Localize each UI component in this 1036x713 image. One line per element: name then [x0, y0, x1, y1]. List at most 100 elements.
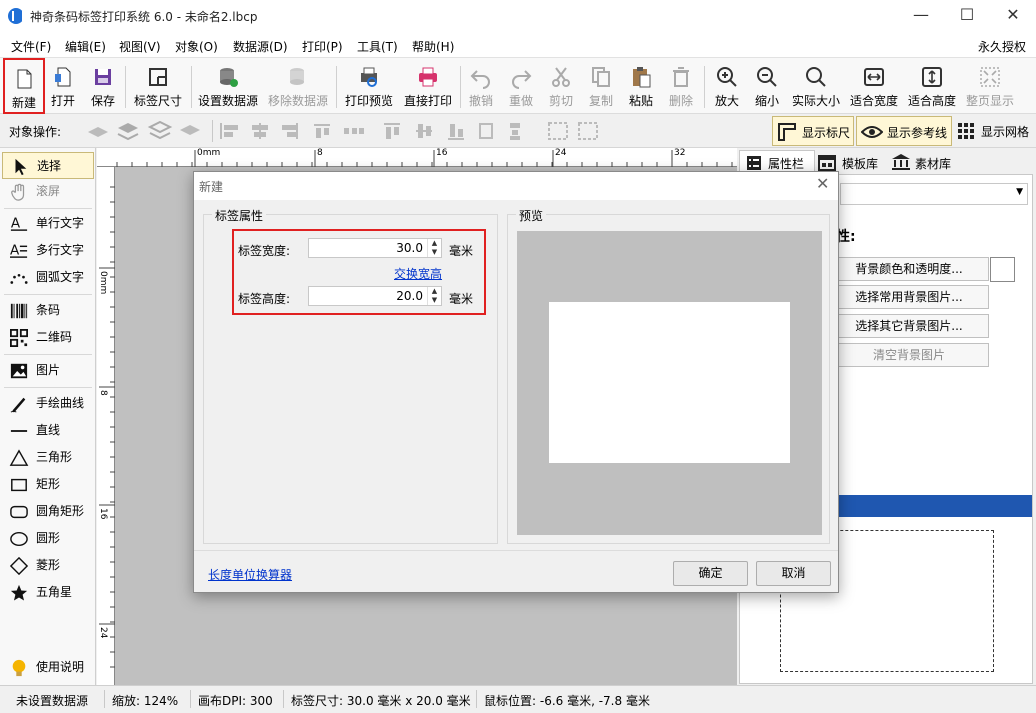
- top-ruler-label: 8: [317, 148, 323, 158]
- redo-button[interactable]: 重做: [504, 58, 538, 114]
- status-mouse-position: 鼠标位置: -6.6 毫米, -7.8 毫米: [484, 694, 650, 708]
- tool-line[interactable]: 直线: [2, 417, 94, 444]
- new-label-dialog: 新建 ✕ 标签属性 预览 标签宽度: 30.0 ▲ ▼ 毫米 交换宽高 标签高度:…: [193, 171, 839, 593]
- menu-view[interactable]: 视图(V): [119, 38, 161, 55]
- minimize-button[interactable]: —: [898, 0, 944, 32]
- tool-freehand[interactable]: 手绘曲线: [2, 390, 94, 417]
- save-button[interactable]: 保存: [86, 58, 120, 114]
- whole-page-button[interactable]: 整页显示: [964, 58, 1016, 114]
- tool-diamond[interactable]: 菱形: [2, 552, 94, 579]
- menu-file[interactable]: 文件(F): [11, 38, 51, 55]
- dialog-title-bar: 新建 ✕: [194, 172, 838, 200]
- qrcode-icon: [10, 329, 29, 347]
- dialog-title: 新建: [199, 180, 224, 194]
- show-guides-toggle[interactable]: 显示参考线: [856, 116, 952, 146]
- open-button[interactable]: 打开: [46, 58, 80, 114]
- tab-materials[interactable]: 素材库: [889, 152, 959, 174]
- tool-image[interactable]: 图片: [2, 357, 94, 384]
- toolbar-separator: [336, 66, 337, 108]
- show-ruler-label: 显示标尺: [802, 126, 851, 140]
- cancel-button[interactable]: 取消: [756, 561, 831, 586]
- remove-datasource-button[interactable]: 移除数据源: [265, 58, 331, 114]
- status-dpi: 画布DPI: 300: [198, 694, 273, 708]
- rectangle-icon: [11, 478, 27, 492]
- new-label: 新建: [11, 96, 36, 110]
- tool-rounded-rectangle[interactable]: 圆角矩形: [2, 498, 94, 525]
- maximize-button[interactable]: ☐: [944, 0, 990, 32]
- tool-triangle-label: 三角形: [36, 450, 73, 464]
- new-file-icon: [17, 69, 32, 89]
- background-color-button[interactable]: 背景颜色和透明度...: [829, 257, 989, 281]
- fit-height-button[interactable]: 适合高度: [906, 58, 958, 114]
- redo-label: 重做: [508, 94, 533, 108]
- tool-scroll-label: 滚屏: [36, 184, 61, 198]
- help-usage-button[interactable]: 使用说明: [2, 654, 94, 681]
- actual-size-button[interactable]: 实际大小: [789, 58, 843, 114]
- tool-qrcode[interactable]: 二维码: [2, 324, 94, 351]
- show-ruler-toggle[interactable]: 显示标尺: [772, 116, 854, 146]
- label-size-label: 标签尺寸: [133, 94, 182, 108]
- paste-clipboard-icon: [633, 67, 651, 88]
- set-datasource-button[interactable]: 设置数据源: [196, 58, 260, 114]
- menu-tools[interactable]: 工具(T): [357, 38, 398, 55]
- tool-rectangle[interactable]: 矩形: [2, 471, 94, 498]
- menu-help[interactable]: 帮助(H): [412, 38, 454, 55]
- tool-barcode-label: 条码: [36, 303, 61, 317]
- delete-button[interactable]: 删除: [664, 58, 698, 114]
- clear-background-button[interactable]: 清空背景图片: [829, 343, 989, 367]
- undo-button[interactable]: 撤销: [464, 58, 498, 114]
- tool-select[interactable]: 选择: [2, 152, 94, 179]
- tool-star[interactable]: 五角星: [2, 579, 94, 606]
- new-button[interactable]: 新建: [3, 58, 45, 114]
- tool-triangle[interactable]: 三角形: [2, 444, 94, 471]
- spinner-arrows-icon[interactable]: ▲ ▼: [427, 287, 441, 305]
- menu-edit[interactable]: 编辑(E): [65, 38, 106, 55]
- height-spinner[interactable]: 20.0 ▲ ▼: [308, 286, 442, 306]
- left-ruler-label: 0mm: [98, 271, 108, 295]
- status-separator: [190, 690, 191, 708]
- tool-arc-text[interactable]: 圆弧文字: [2, 264, 94, 291]
- copy-button[interactable]: 复制: [584, 58, 618, 114]
- tool-ellipse[interactable]: 圆形: [2, 525, 94, 552]
- zoom-out-button[interactable]: 缩小: [750, 58, 784, 114]
- copy-label: 复制: [588, 94, 613, 108]
- show-grid-toggle[interactable]: 显示网格: [955, 116, 1035, 146]
- tool-single-line-text[interactable]: A 单行文字: [2, 210, 94, 237]
- tool-group-separator: [4, 294, 92, 295]
- ok-button[interactable]: 确定: [673, 561, 748, 586]
- menu-print[interactable]: 打印(P): [302, 38, 343, 55]
- print-preview-button[interactable]: 打印预览: [341, 58, 397, 114]
- rounded-rectangle-icon: [10, 505, 28, 519]
- width-spinner[interactable]: 30.0 ▲ ▼: [308, 238, 442, 258]
- zoom-in-button[interactable]: 放大: [710, 58, 744, 114]
- tool-freehand-label: 手绘曲线: [36, 396, 85, 410]
- open-folder-icon: [55, 67, 71, 87]
- tool-scroll[interactable]: 滚屏: [2, 178, 94, 205]
- menu-datasource[interactable]: 数据源(D): [233, 38, 288, 55]
- star-icon: [10, 584, 28, 601]
- swap-dimensions-link[interactable]: 交换宽高: [394, 265, 442, 282]
- main-toolbar: 新建 打开 保存 标签尺寸 设置数据源 移除数据源 打印预览 直接打印 撤销 重…: [0, 58, 1036, 114]
- spinner-arrows-icon[interactable]: ▲ ▼: [427, 239, 441, 257]
- fit-height-icon: [922, 67, 942, 87]
- cut-button[interactable]: 剪切: [544, 58, 578, 114]
- common-background-button[interactable]: 选择常用背景图片...: [829, 285, 989, 309]
- menu-object[interactable]: 对象(O): [175, 38, 218, 55]
- paste-button[interactable]: 粘贴: [624, 58, 658, 114]
- tool-line-label: 直线: [36, 423, 61, 437]
- close-window-button[interactable]: ✕: [990, 0, 1036, 32]
- ellipse-icon: [10, 531, 28, 547]
- background-color-swatch[interactable]: [990, 257, 1015, 282]
- direct-print-button[interactable]: 直接打印: [400, 58, 456, 114]
- unit-converter-link[interactable]: 长度单位换算器: [208, 566, 292, 583]
- fit-width-button[interactable]: 适合宽度: [848, 58, 900, 114]
- object-selector-dropdown[interactable]: ▼: [840, 183, 1028, 205]
- label-size-button[interactable]: 标签尺寸: [130, 58, 186, 114]
- dialog-close-icon[interactable]: ✕: [816, 174, 829, 193]
- zoom-in-label: 放大: [714, 94, 739, 108]
- tool-barcode[interactable]: 条码: [2, 297, 94, 324]
- other-background-button[interactable]: 选择其它背景图片...: [829, 314, 989, 338]
- tool-image-label: 图片: [36, 363, 61, 377]
- ruler-icon: [778, 123, 796, 141]
- tool-multi-line-text[interactable]: A 多行文字: [2, 237, 94, 264]
